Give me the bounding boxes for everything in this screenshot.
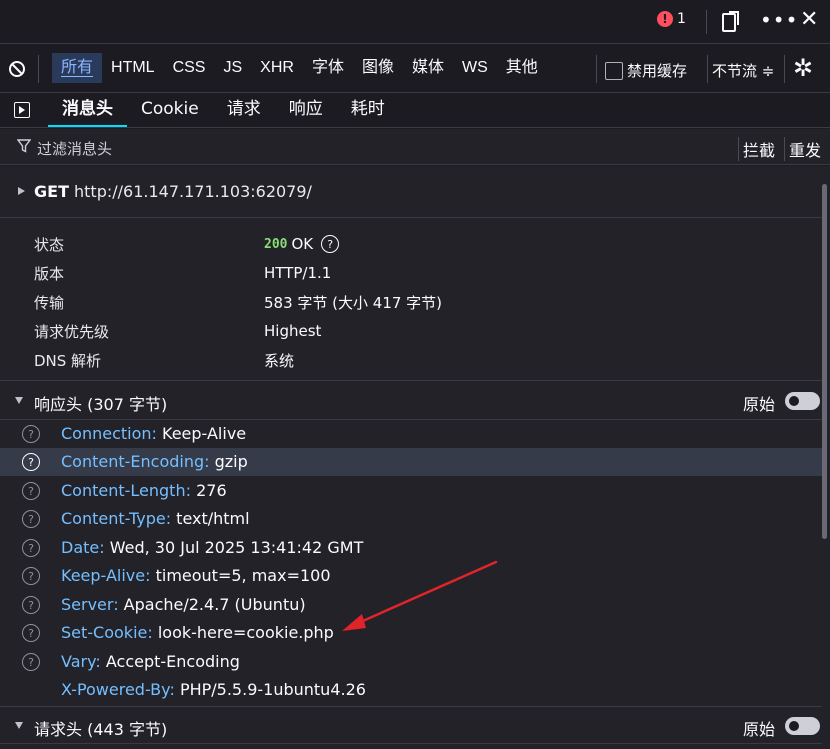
filter-icon (17, 139, 31, 153)
toggle-panel-icon[interactable] (14, 102, 30, 118)
tab-images[interactable]: 图像 (353, 53, 403, 83)
more-options-icon[interactable]: ••• (760, 8, 798, 32)
tab-timings[interactable]: 耗时 (337, 94, 399, 127)
disable-cache-checkbox[interactable] (605, 61, 623, 80)
tab-all[interactable]: 所有 (52, 53, 103, 83)
tab-css[interactable]: CSS (164, 53, 215, 83)
close-icon[interactable]: ✕ (800, 7, 818, 32)
error-count: 1 (677, 11, 686, 27)
block-button[interactable]: 拦截 (738, 137, 775, 161)
resend-button[interactable]: 重发 (784, 137, 821, 161)
request-filter-bar: 所有 HTML CSS JS XHR 字体 图像 媒体 WS 其他 禁用缓存 不… (0, 45, 830, 93)
tab-js[interactable]: JS (214, 53, 251, 83)
block-requests-icon[interactable] (8, 60, 26, 78)
tab-other[interactable]: 其他 (497, 53, 547, 83)
tab-headers[interactable]: 消息头 (48, 94, 127, 127)
tab-ws[interactable]: WS (453, 53, 497, 83)
detail-tabs-bar: 消息头 Cookie 请求 响应 耗时 (0, 94, 830, 128)
tab-xhr[interactable]: XHR (251, 53, 303, 83)
divider (784, 55, 785, 83)
dock-icon[interactable] (720, 10, 742, 34)
tab-request[interactable]: 请求 (213, 94, 275, 127)
divider (706, 10, 707, 34)
detail-tabs: 消息头 Cookie 请求 响应 耗时 (48, 94, 399, 127)
divider (596, 55, 597, 83)
tab-fonts[interactable]: 字体 (303, 53, 353, 83)
tab-cookie[interactable]: Cookie (127, 94, 213, 127)
devtools-toolbar: ! 1 ••• ✕ (0, 0, 830, 44)
divider (707, 55, 708, 83)
filter-headers-input[interactable]: 过滤消息头 (37, 138, 112, 159)
divider (38, 55, 39, 83)
error-indicator[interactable]: ! 1 (657, 11, 686, 27)
disable-cache-label: 禁用缓存 (627, 62, 688, 80)
throttling-select[interactable]: 不节流 ≑ (712, 60, 774, 81)
error-icon: ! (657, 11, 673, 27)
disable-cache-toggle[interactable]: 禁用缓存 (605, 60, 687, 81)
tab-html[interactable]: HTML (102, 53, 164, 83)
tab-response[interactable]: 响应 (275, 94, 337, 127)
gear-icon[interactable]: ✲ (793, 54, 813, 82)
annotation-arrow (342, 560, 498, 631)
resource-type-tabs: 所有 HTML CSS JS XHR 字体 图像 媒体 WS 其他 (52, 53, 547, 83)
filter-headers-bar: 过滤消息头 拦截 重发 (0, 129, 830, 165)
headers-panel: GET http://61.147.171.103:62079/ 状态 200 … (0, 166, 830, 749)
tab-media[interactable]: 媒体 (403, 53, 453, 83)
